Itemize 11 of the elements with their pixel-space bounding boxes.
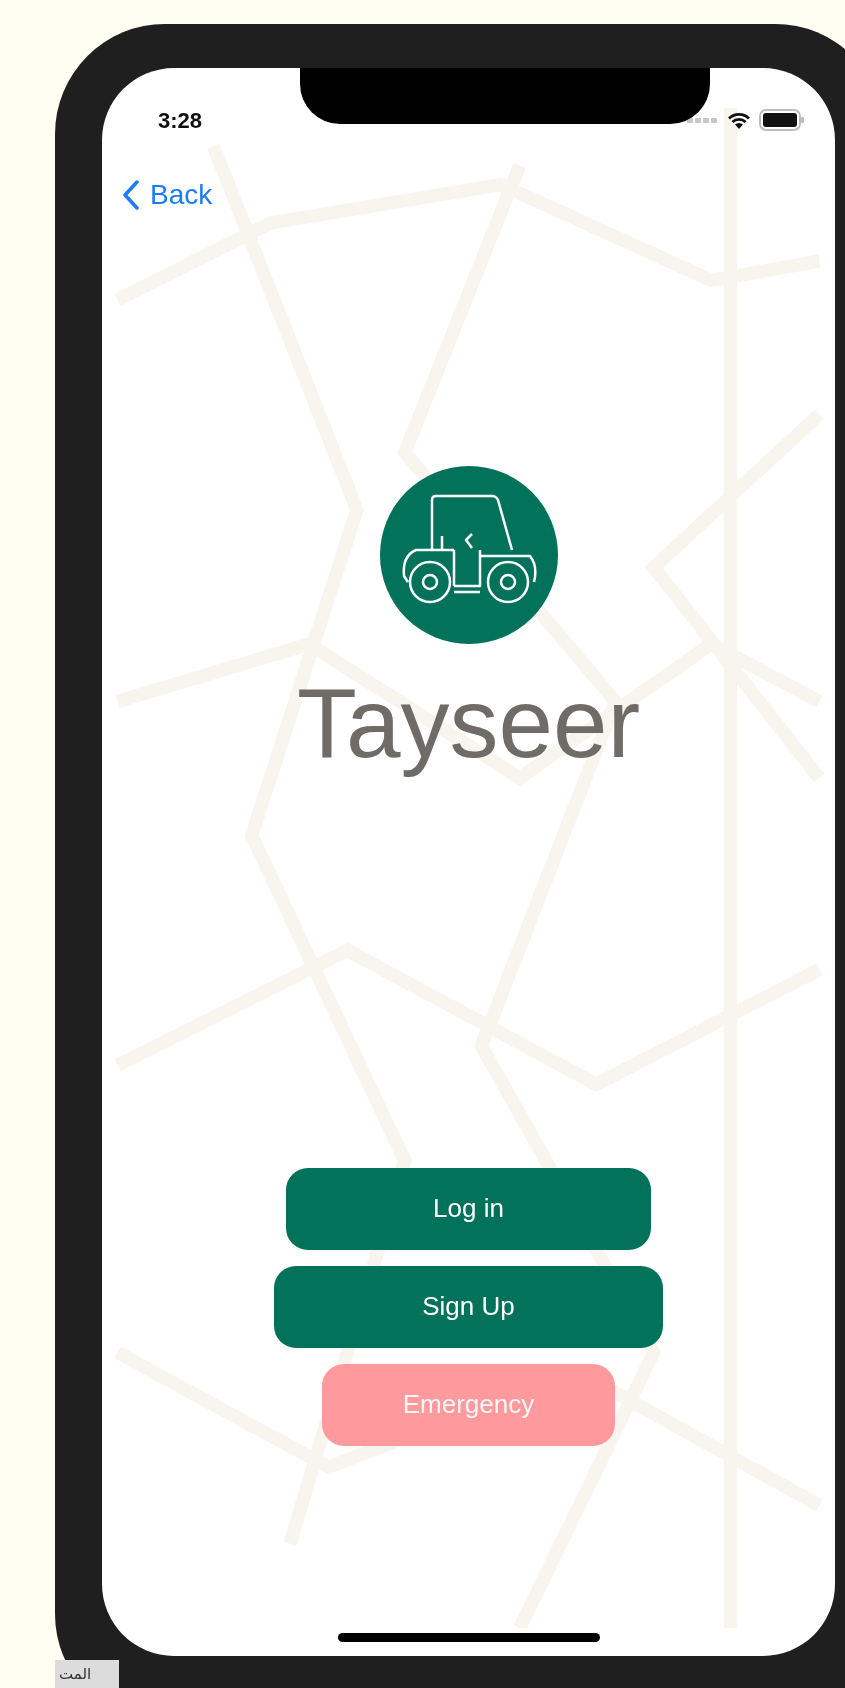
action-button[interactable]: Log in (286, 1167, 651, 1250)
cellular-signal-icon (687, 116, 719, 124)
wifi-icon (727, 110, 751, 130)
background-text: المت (59, 1666, 92, 1682)
battery-icon (759, 109, 805, 131)
status-time: 3:28 (158, 106, 203, 135)
golf-cart-logo-icon (379, 466, 558, 644)
action-button[interactable]: Sign Up (274, 1265, 663, 1348)
back-button[interactable]: Back (122, 174, 213, 216)
app-title: Tayseer (296, 670, 641, 778)
chevron-left-icon (122, 180, 140, 210)
